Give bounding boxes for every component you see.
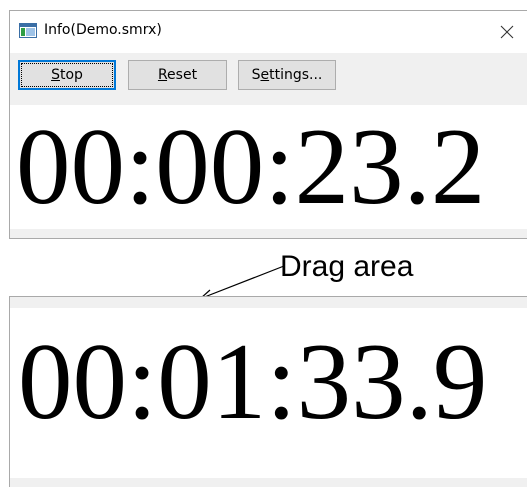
drag-area[interactable] <box>10 297 527 308</box>
reset-button[interactable]: Reset <box>128 60 227 90</box>
reset-button-label: Reset <box>157 67 198 83</box>
title-bar[interactable]: Info(Demo.smrx) <box>10 11 527 53</box>
timer-display: 00:00:23.2 <box>10 105 527 229</box>
window-title: Info(Demo.smrx) <box>44 22 162 38</box>
compact-timer-display[interactable]: 00:01:33.9 <box>10 308 527 478</box>
toolbar: Stop Reset Settings... <box>10 53 527 105</box>
settings-button-label: Settings... <box>251 67 323 83</box>
compact-elapsed-time: 00:01:33.9 <box>18 321 488 442</box>
compact-timer-window: 00:01:33.9 <box>9 296 527 487</box>
drag-area-label: Drag area <box>280 250 414 283</box>
settings-button[interactable]: Settings... <box>238 60 336 90</box>
close-button[interactable] <box>493 11 527 53</box>
stop-button[interactable]: Stop <box>18 60 116 90</box>
close-icon <box>500 25 514 39</box>
app-window-icon <box>19 23 37 38</box>
info-window: Info(Demo.smrx) Stop Reset Settings... 0… <box>9 10 527 239</box>
stop-button-label: Stop <box>51 67 83 83</box>
elapsed-time: 00:00:23.2 <box>16 106 486 227</box>
